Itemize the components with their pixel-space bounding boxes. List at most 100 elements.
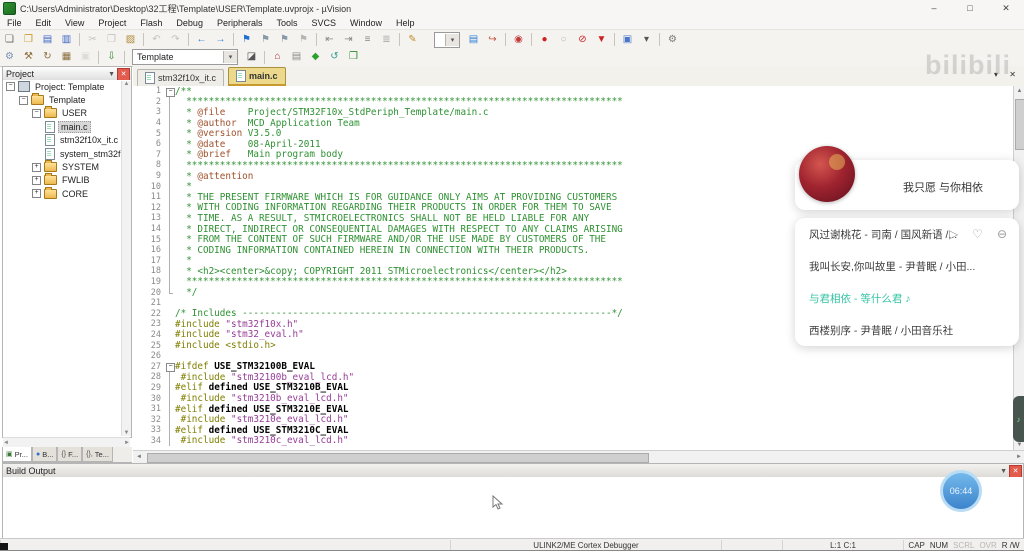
new-file-icon[interactable]: ❏ [1,32,18,47]
project-panel-close-icon[interactable]: ✕ [117,68,130,81]
scroll-right-icon[interactable]: ► [124,440,130,446]
code-line[interactable]: 30 #include "stm3210b_eval_lcd.h" [133,393,1013,404]
layout-dropdown-icon[interactable]: ▾ [638,32,655,47]
code-line[interactable]: 7 * @brief Main program body [133,150,1013,161]
download-icon[interactable]: ⇩ [103,50,120,65]
project-hscrollbar[interactable]: ◄ ► [3,437,130,447]
code-line[interactable]: 3 * @file Project/STM32F10x_StdPeriph_Te… [133,107,1013,118]
menu-debug[interactable]: Debug [169,18,210,28]
tree-item-system-stm32f1[interactable]: system_stm32f1 [3,147,131,160]
indent-icon[interactable]: ⇥ [340,32,357,47]
code-line[interactable]: 33#elif defined USE_STM3210C_EVAL [133,425,1013,436]
close-button[interactable]: ✕ [988,0,1024,16]
uncomment-icon[interactable]: ≣ [378,32,395,47]
scroll-up-icon[interactable]: ▲ [124,81,130,87]
menu-svcs[interactable]: SVCS [305,18,344,28]
pin-icon[interactable]: ▼ [1000,468,1007,475]
window-layout-icon[interactable]: ▣ [619,32,636,47]
expand-icon[interactable]: + [32,189,41,198]
play-icon[interactable]: ▷ [949,227,958,241]
code-line[interactable]: 29#elif defined USE_STM3210B_EVAL [133,383,1013,394]
build-output-close-icon[interactable]: ✕ [1009,465,1022,478]
code-line[interactable]: 6 * @date 08-April-2011 [133,139,1013,150]
bookmark-clear-icon[interactable]: ⚑ [295,32,312,47]
code-line[interactable]: 2 **************************************… [133,97,1013,108]
pin-icon[interactable]: ▼ [108,71,115,78]
tab-list-dropdown-icon[interactable]: ▾ [994,70,998,79]
scroll-left-icon[interactable]: ◄ [136,454,142,460]
editor-tab-stm32f10x-it-c[interactable]: stm32f10x_it.c [137,69,224,86]
menu-flash[interactable]: Flash [133,18,169,28]
album-art[interactable] [799,146,855,202]
tree-item-main-c[interactable]: main.c [3,120,131,133]
file-extensions-icon[interactable]: ▤ [288,50,305,65]
tree-item-system[interactable]: +SYSTEM [3,160,131,173]
wrench-icon[interactable]: ⚙ [664,32,681,47]
playlist-item[interactable]: 风过谢桃花 - 司南 / 国风新语 /...▷♡⊖ [795,218,1019,250]
expand-icon[interactable]: + [32,163,41,172]
find-combobox[interactable]: ▾ [434,32,460,48]
editor-hscrollbar[interactable]: ◄ ► [133,450,1024,463]
bookmark-next-icon[interactable]: ⚑ [276,32,293,47]
minimize-button[interactable]: – [916,0,952,16]
project-vscrollbar[interactable]: ▲ ▼ [121,81,131,436]
menu-view[interactable]: View [58,18,91,28]
fold-collapse-icon[interactable] [165,361,175,372]
target-combobox[interactable]: Template ▾ [132,49,238,65]
tree-item-user[interactable]: −USER [3,107,131,120]
menu-tools[interactable]: Tools [269,18,304,28]
scroll-right-icon[interactable]: ► [1016,454,1022,460]
templates-tab[interactable]: {},Te... [82,447,113,462]
code-line[interactable]: 4 * @author MCD Application Team [133,118,1013,129]
breakpoint-disable-icon[interactable]: ⊘ [574,32,591,47]
playlist-item[interactable]: 西楼别序 - 尹昔眠 / 小田音乐社 [795,314,1019,346]
playlist-item[interactable]: 与君相依 - 等什么君 ♪ [795,282,1019,314]
scroll-up-icon[interactable]: ▲ [1014,86,1024,96]
unindent-icon[interactable]: ⇤ [321,32,338,47]
build-output-content[interactable] [2,477,1024,539]
target-dropdown-icon[interactable]: ▾ [223,51,237,63]
menu-file[interactable]: File [0,18,29,28]
playlist-item[interactable]: 我叫长安,你叫故里 - 尹昔眠 / 小田... [795,250,1019,282]
pack-installer-icon[interactable]: ❒ [345,50,362,65]
menu-peripherals[interactable]: Peripherals [210,18,270,28]
code-line[interactable]: 32 #include "stm3210e_eval_lcd.h" [133,414,1013,425]
code-line[interactable]: 27#ifdef USE_STM32100B_EVAL [133,361,1013,372]
code-line[interactable]: 5 * @version V3.5.0 [133,128,1013,139]
flash-download-icon[interactable]: ◪ [243,50,260,65]
tree-item-template[interactable]: −Template [3,93,131,106]
functions-tab[interactable]: {}F... [57,447,82,462]
breakpoint-enable-icon[interactable]: ○ [555,32,572,47]
tree-item-fwlib[interactable]: +FWLIB [3,174,131,187]
batch-build-icon[interactable]: ▦ [58,50,75,65]
open-file-icon[interactable]: ❒ [20,32,37,47]
scroll-left-icon[interactable]: ◄ [3,440,9,446]
translate-icon[interactable]: ⚙ [1,50,18,65]
breakpoint-kill-icon[interactable]: ▼ [593,32,610,47]
target-options-icon[interactable]: ⌂ [269,50,286,65]
rebuild-icon[interactable]: ↻ [39,50,56,65]
code-line[interactable]: 26 [133,351,1013,362]
tree-item-project-template[interactable]: −Project: Template [3,80,131,93]
incremental-find-icon[interactable]: ↪ [484,32,501,47]
bookmark-toggle-icon[interactable]: ⚑ [238,32,255,47]
expand-icon[interactable]: + [32,176,41,185]
menu-window[interactable]: Window [343,18,389,28]
menu-edit[interactable]: Edit [29,18,59,28]
find-dropdown-icon[interactable]: ▾ [445,34,459,46]
code-line[interactable]: 1/** [133,86,1013,97]
save-all-icon[interactable]: ▥ [58,32,75,47]
collapse-icon[interactable]: − [6,82,15,91]
scroll-down-icon[interactable]: ▼ [124,430,130,436]
build-icon[interactable]: ⚒ [20,50,37,65]
configuration-icon[interactable]: ✎ [404,32,421,47]
editor-tab-main-c[interactable]: main.c [228,67,286,86]
menu-project[interactable]: Project [91,18,133,28]
save-icon[interactable]: ▤ [39,32,56,47]
code-line[interactable]: 31#elif defined USE_STM3210E_EVAL [133,404,1013,415]
books-tab[interactable]: ●B... [32,447,58,462]
maximize-button[interactable]: □ [952,0,988,16]
comment-icon[interactable]: ≡ [359,32,376,47]
navigate-back-icon[interactable]: ← [193,32,210,47]
revert-icon[interactable]: ↺ [326,50,343,65]
